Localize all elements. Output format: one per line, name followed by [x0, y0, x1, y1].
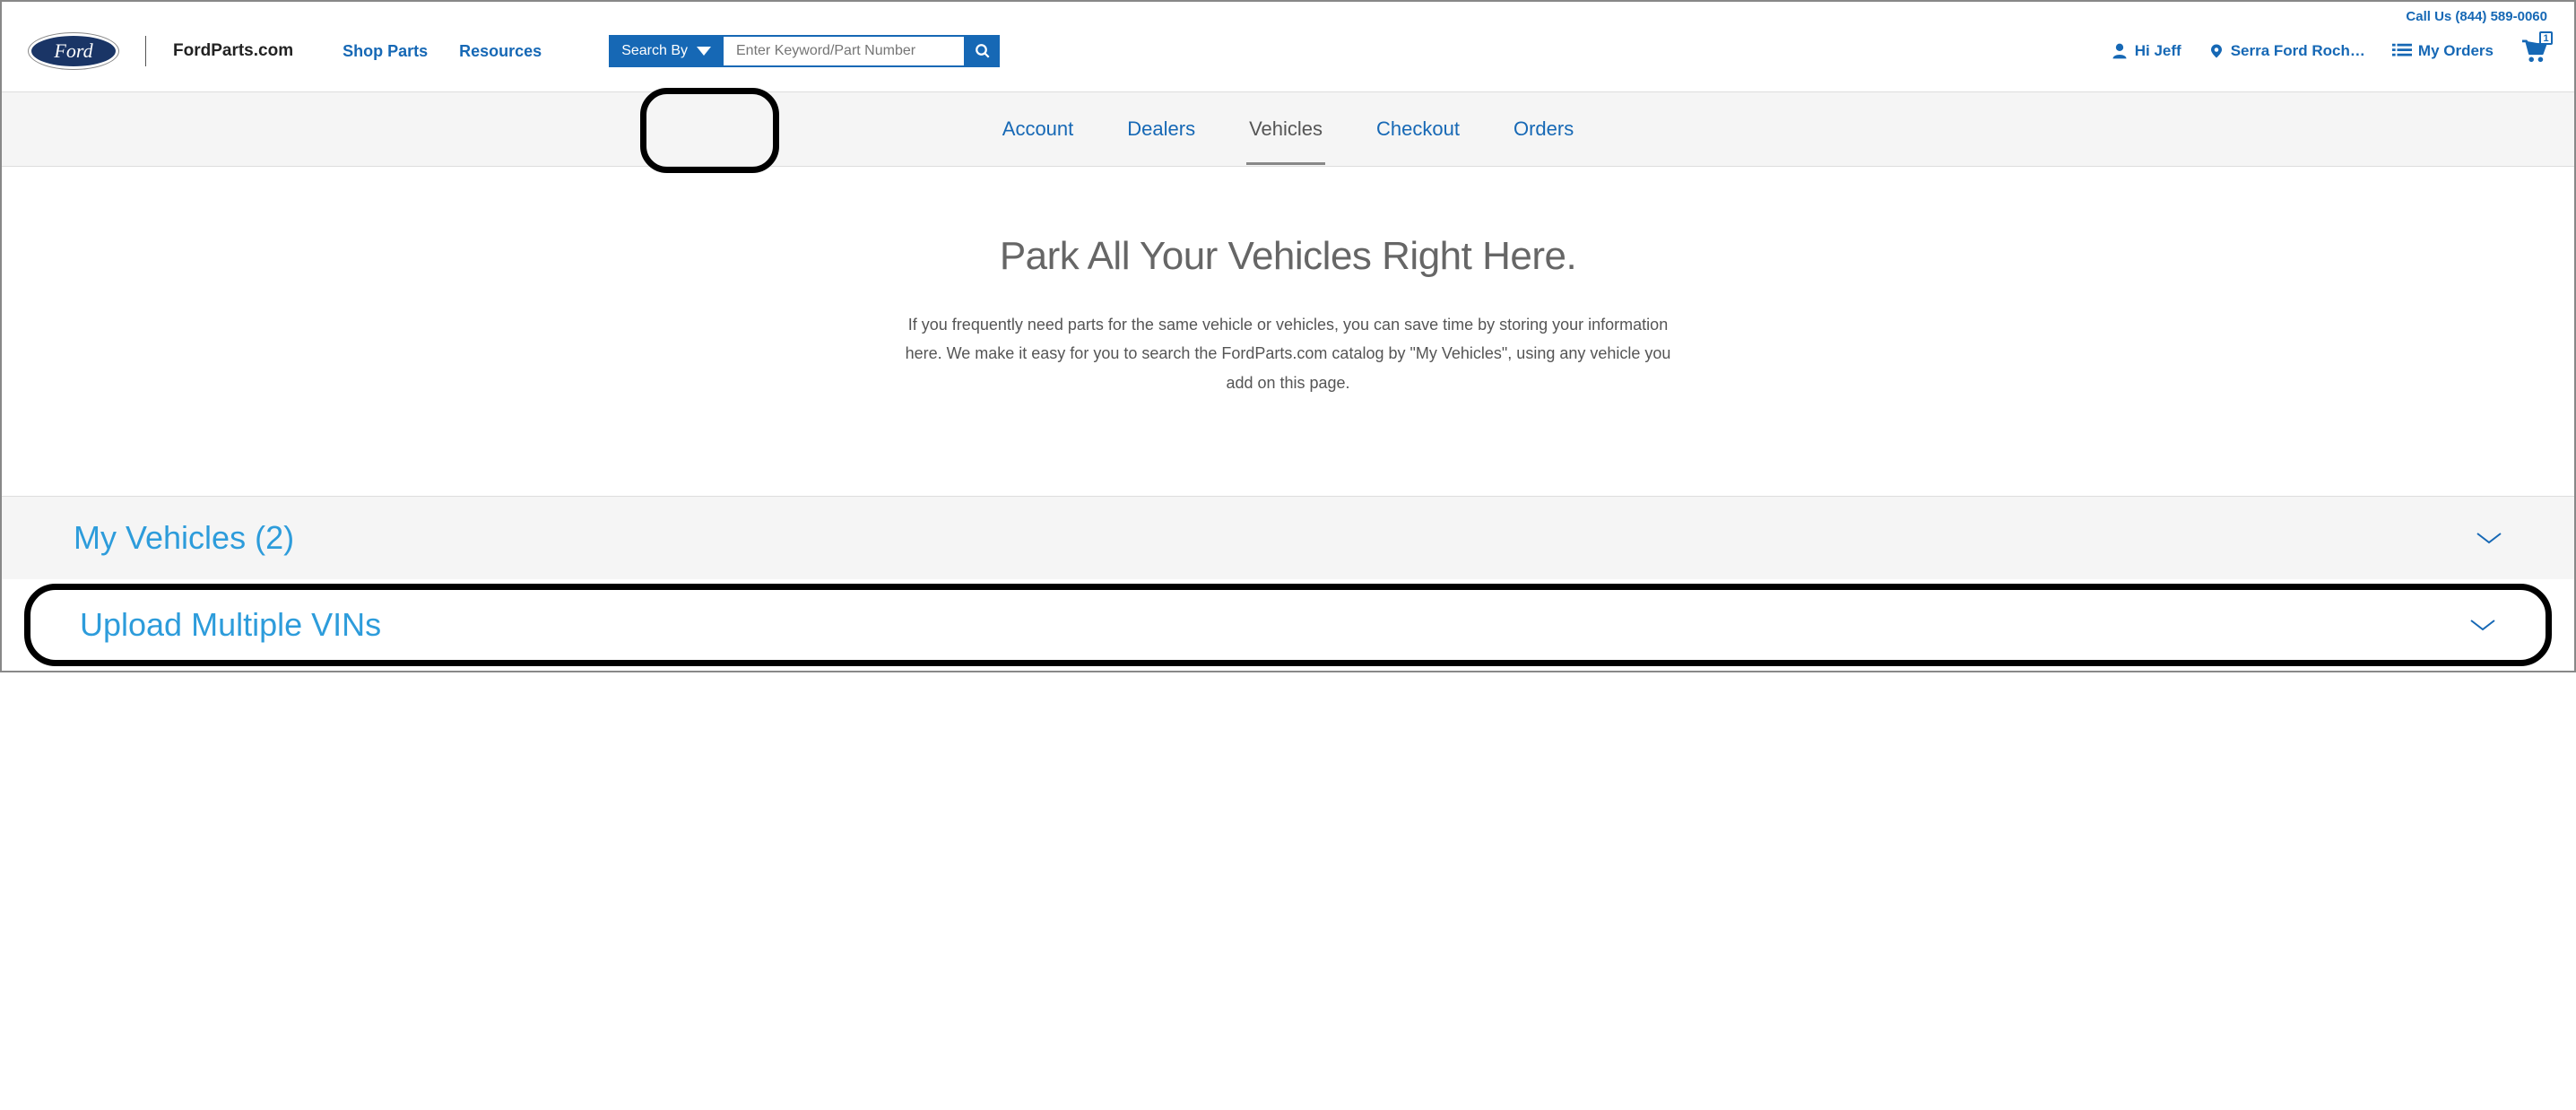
accordion-my-vehicles-title: My Vehicles (2) — [74, 519, 294, 557]
ford-logo[interactable]: Ford — [29, 33, 118, 69]
tab-vehicles[interactable]: Vehicles — [1249, 117, 1323, 141]
search-icon — [975, 43, 991, 59]
location-pin-icon — [2208, 41, 2225, 61]
accordion-upload-vins[interactable]: Upload Multiple VINs — [24, 584, 2552, 666]
chevron-down-icon — [2469, 617, 2496, 633]
list-icon — [2392, 43, 2412, 59]
my-orders-link[interactable]: My Orders — [2392, 42, 2494, 60]
search-bar: Search By — [609, 35, 1000, 67]
user-icon — [2111, 41, 2129, 61]
cart-button[interactable]: 1 — [2520, 39, 2547, 63]
search-button[interactable] — [966, 35, 1000, 67]
tab-dealers[interactable]: Dealers — [1127, 117, 1195, 141]
cart-count-badge: 1 — [2539, 31, 2553, 45]
tab-checkout[interactable]: Checkout — [1376, 117, 1460, 141]
hero-section: Park All Your Vehicles Right Here. If yo… — [2, 167, 2574, 496]
call-us-link[interactable]: Call Us (844) 589-0060 — [2406, 9, 2547, 24]
my-orders-label: My Orders — [2418, 42, 2494, 60]
header: Ford FordParts.com Shop Parts Resources … — [2, 24, 2574, 91]
accordion-my-vehicles[interactable]: My Vehicles (2) — [2, 496, 2574, 579]
logo-divider — [145, 36, 146, 66]
ford-logo-text: Ford — [54, 39, 92, 63]
dealer-name: Serra Ford Roch… — [2231, 42, 2365, 60]
search-by-label: Search By — [621, 43, 688, 59]
primary-nav: Shop Parts Resources — [343, 42, 542, 61]
chevron-down-icon — [697, 47, 711, 56]
nav-shop-parts[interactable]: Shop Parts — [343, 42, 428, 61]
tab-orders[interactable]: Orders — [1514, 117, 1574, 141]
dealer-link[interactable]: Serra Ford Roch… — [2208, 41, 2365, 61]
page-description: If you frequently need parts for the sam… — [903, 310, 1674, 397]
page-title: Park All Your Vehicles Right Here. — [38, 234, 2538, 279]
account-tabs: Account Dealers Vehicles Checkout Orders — [2, 91, 2574, 167]
site-name[interactable]: FordParts.com — [173, 41, 293, 61]
chevron-down-icon — [2476, 530, 2502, 546]
accordion-upload-vins-title: Upload Multiple VINs — [80, 606, 381, 644]
tab-account[interactable]: Account — [1002, 117, 1074, 141]
user-account-link[interactable]: Hi Jeff — [2111, 41, 2181, 61]
search-input[interactable] — [724, 35, 966, 67]
nav-resources[interactable]: Resources — [459, 42, 542, 61]
user-greeting: Hi Jeff — [2135, 42, 2181, 60]
search-by-dropdown[interactable]: Search By — [609, 35, 724, 67]
annotation-highlight-tab — [640, 88, 779, 173]
header-right: Hi Jeff Serra Ford Roch… My Orders 1 — [2111, 39, 2547, 63]
